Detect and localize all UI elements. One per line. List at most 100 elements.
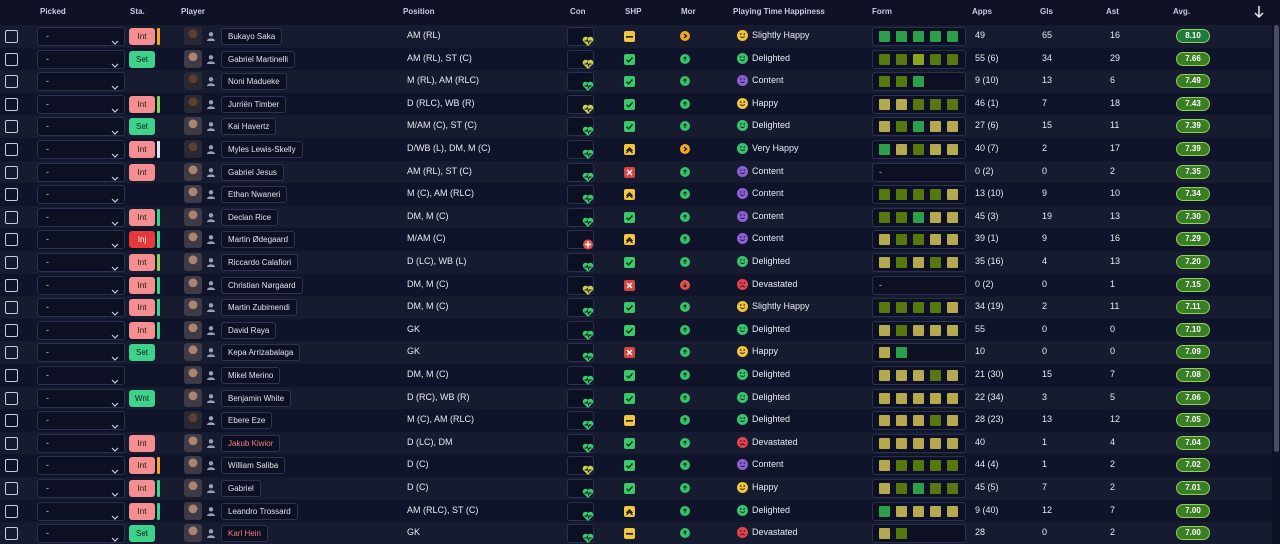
select-checkbox[interactable] [5,210,18,224]
player-name[interactable]: Kai Havertz [221,118,277,136]
select-checkbox[interactable] [5,188,18,202]
player-name[interactable]: Ebere Eze [221,412,273,430]
col-condition[interactable]: Con [570,7,586,16]
select-checkbox[interactable] [5,75,18,89]
picked-dropdown[interactable]: - [37,27,125,46]
col-apps[interactable]: Apps [972,7,992,16]
col-playing-time-happiness[interactable]: Playing Time Happiness [733,7,825,16]
table-row[interactable]: - Set Karl Hein GK Devastated 28 0 2 7.00 [0,522,1272,544]
picked-dropdown[interactable]: - [37,320,125,340]
picked-dropdown[interactable]: - [37,411,125,431]
player-name[interactable]: Jurriën Timber [221,95,287,113]
table-row[interactable]: - Int Bukayo Saka AM (RL) Slightly Happy 49 65… [0,25,1272,48]
select-checkbox[interactable] [5,52,18,66]
picked-dropdown[interactable]: - [37,456,125,476]
col-position[interactable]: Position [403,7,435,16]
select-checkbox[interactable] [5,278,18,292]
select-checkbox[interactable] [5,143,18,156]
picked-dropdown[interactable]: - [37,479,125,498]
status-badge[interactable]: Wnt [129,389,155,407]
select-checkbox[interactable] [5,165,18,179]
select-checkbox[interactable] [5,369,18,382]
status-badge[interactable]: Set [129,344,155,362]
table-row[interactable]: - Set Kepa Arrizabalaga GK Happy 10 0 0 7.09 [0,341,1272,364]
player-name[interactable]: Declan Rice [221,208,279,226]
player-name[interactable]: Riccardo Calafiori [221,254,299,271]
status-badge[interactable]: Int [129,141,155,158]
picked-dropdown[interactable]: - [37,343,125,363]
table-row[interactable]: - Mikel Merino DM, M (C) Delighted 21 (30) 15… [0,364,1272,387]
picked-dropdown[interactable]: - [37,253,125,272]
select-checkbox[interactable] [5,436,18,450]
status-badge[interactable]: Int [129,480,155,497]
picked-dropdown[interactable]: - [37,388,125,408]
status-badge[interactable]: Int [129,208,155,226]
picked-dropdown[interactable]: - [37,501,125,521]
picked-dropdown[interactable]: - [37,524,125,544]
select-checkbox[interactable] [5,391,18,405]
table-row[interactable]: - Int Martin Zubimendi DM, M (C) Slightly Ha… [0,296,1272,319]
col-assists[interactable]: Ast [1106,7,1119,16]
status-badge[interactable]: Int [129,95,155,113]
player-name[interactable]: Kepa Arrizabalaga [221,344,301,362]
table-row[interactable]: - Int Riccardo Calafiori D (LC), WB (L) Deli… [0,251,1272,274]
player-name[interactable]: Jakub Kiwior [221,434,281,452]
player-name[interactable]: Gabriel Martinelli [221,50,296,68]
status-badge[interactable]: Int [129,321,155,339]
picked-dropdown[interactable]: - [37,140,125,159]
table-row[interactable]: - Int Christian Nørgaard DM, M (C) Devastate… [0,273,1272,297]
table-row[interactable]: - Set Gabriel Martinelli AM (RL), ST (C) Del… [0,47,1272,71]
status-badge[interactable]: Int [129,299,155,317]
table-row[interactable]: - Int William Saliba D (C) Content 44 (4) 1 2 7.… [0,454,1272,477]
status-badge[interactable]: Int [129,163,155,181]
col-morale[interactable]: Mor [681,7,696,16]
player-name[interactable]: Bukayo Saka [221,28,283,45]
player-name[interactable]: Mikel Merino [221,367,281,384]
table-row[interactable]: - Inj Martin Ødegaard M/AM (C) Content 39 (1)… [0,228,1272,251]
status-badge[interactable]: Inj [129,231,155,249]
select-checkbox[interactable] [5,97,18,111]
picked-dropdown[interactable]: - [37,185,125,205]
player-name[interactable]: William Saliba [221,457,286,475]
picked-dropdown[interactable]: - [37,433,125,453]
table-row[interactable]: - Int Declan Rice DM, M (C) Content 45 (3) 19 1… [0,205,1272,229]
picked-dropdown[interactable]: - [37,366,125,385]
player-name[interactable]: Ethan Nwaneri [221,186,288,204]
picked-dropdown[interactable]: - [37,94,125,114]
player-name[interactable]: Benjamin White [221,389,292,407]
status-badge[interactable]: Int [129,276,155,294]
picked-dropdown[interactable]: - [37,207,125,227]
status-badge[interactable]: Int [129,254,155,271]
table-row[interactable]: - Noni Madueke M (RL), AM (RLC) Content 9 (1… [0,70,1272,93]
select-checkbox[interactable] [5,527,18,541]
picked-dropdown[interactable]: - [37,275,125,295]
player-name[interactable]: Myles Lewis-Skelly [221,141,303,158]
picked-dropdown[interactable]: - [37,117,125,137]
picked-dropdown[interactable]: - [37,162,125,182]
table-row[interactable]: - Int Leandro Trossard AM (RLC), ST (C) Deli… [0,499,1272,523]
col-player[interactable]: Player [181,7,205,16]
col-shp[interactable]: SHP [625,7,641,16]
picked-dropdown[interactable]: - [37,230,125,250]
status-badge[interactable]: Set [129,50,155,68]
status-badge[interactable]: Int [129,434,155,452]
select-checkbox[interactable] [5,30,18,43]
table-row[interactable]: - Int Gabriel D (C) Happy 45 (5) 7 2 7.01 [0,477,1272,500]
table-row[interactable]: - Int Jurriën Timber D (RLC), WB (R) Happy 46… [0,92,1272,116]
col-average-rating[interactable]: Avg. [1173,7,1190,16]
table-row[interactable]: - Int David Raya GK Delighted 55 0 0 7.10 [0,318,1272,342]
player-name[interactable]: Gabriel Jesus [221,163,284,181]
col-picked[interactable]: Picked [40,7,66,16]
player-name[interactable]: Leandro Trossard [221,502,298,520]
sort-descending-icon[interactable] [1254,5,1264,19]
picked-dropdown[interactable]: - [37,49,125,69]
select-checkbox[interactable] [5,323,18,337]
select-checkbox[interactable] [5,120,18,134]
player-name[interactable]: Christian Nørgaard [221,276,303,294]
status-badge[interactable]: Set [129,118,155,136]
col-status[interactable]: Sta. [130,7,145,16]
vertical-scrollbar[interactable] [1274,25,1279,452]
select-checkbox[interactable] [5,459,18,473]
table-row[interactable]: - Int Jakub Kiwior D (LC), DM Devastated 40 1 4… [0,431,1272,455]
status-badge[interactable]: Int [129,502,155,520]
